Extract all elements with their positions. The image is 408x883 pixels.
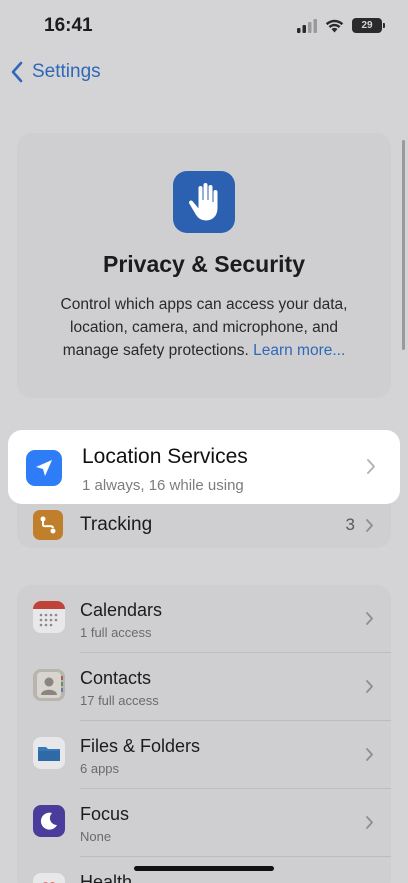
tracking-row[interactable]: Tracking 3	[17, 504, 391, 548]
list-item-subtitle: 17 full access	[80, 693, 159, 708]
list-item-title: Health	[80, 872, 133, 883]
location-services-row[interactable]: Location Services 1 always, 16 while usi…	[8, 430, 400, 504]
status-icons: 29	[297, 18, 385, 33]
list-item-focus[interactable]: Focus None	[17, 789, 391, 857]
chevron-right-icon	[366, 612, 373, 625]
back-button-label: Settings	[32, 61, 101, 82]
list-item-calendars[interactable]: Calendars 1 full access	[17, 585, 391, 653]
permissions-list: Calendars 1 full access Contacts 17 full…	[17, 585, 391, 883]
chevron-right-icon	[367, 459, 375, 474]
tracking-label: Tracking	[80, 514, 153, 535]
page-title: Privacy & Security	[102, 251, 305, 277]
battery-icon: 29	[352, 18, 385, 33]
scroll-indicator[interactable]	[402, 140, 405, 350]
list-item-subtitle: None	[80, 829, 112, 844]
folder-icon	[33, 737, 65, 769]
location-arrow-icon	[26, 450, 62, 486]
tracking-icon	[33, 510, 63, 540]
list-item-title: Focus	[80, 804, 130, 824]
page-description: Control which apps can access your data,…	[41, 293, 367, 362]
privacy-header-card: Privacy & Security Control which apps ca…	[17, 133, 391, 398]
status-bar: 16:41 29	[0, 0, 408, 56]
calendar-icon	[33, 601, 65, 633]
wifi-icon	[325, 19, 344, 32]
tracking-count: 3	[345, 515, 355, 534]
list-item-subtitle: 6 apps	[80, 761, 120, 776]
back-button[interactable]: Settings	[8, 58, 101, 86]
hand-raised-icon	[173, 171, 235, 233]
home-indicator[interactable]	[134, 866, 274, 871]
contacts-icon	[33, 669, 65, 701]
list-item-contacts[interactable]: Contacts 17 full access	[17, 653, 391, 721]
location-services-subtitle: 1 always, 16 while using	[82, 477, 244, 494]
status-time: 16:41	[44, 15, 93, 36]
list-item-files-folders[interactable]: Files & Folders 6 apps	[17, 721, 391, 789]
list-item-title: Calendars	[80, 600, 163, 620]
chevron-right-icon	[366, 519, 373, 532]
chevron-right-icon	[366, 816, 373, 829]
cellular-signal-icon	[297, 18, 317, 33]
chevron-right-icon	[366, 748, 373, 761]
location-services-title: Location Services	[82, 445, 248, 468]
list-item-title: Files & Folders	[80, 736, 201, 756]
chevron-right-icon	[366, 680, 373, 693]
chevron-left-icon	[11, 61, 23, 83]
learn-more-link[interactable]: Learn more...	[253, 342, 345, 359]
list-item-title: Contacts	[80, 668, 152, 688]
heart-icon	[33, 873, 65, 883]
list-item-subtitle: 1 full access	[80, 625, 152, 640]
moon-icon	[33, 805, 65, 837]
